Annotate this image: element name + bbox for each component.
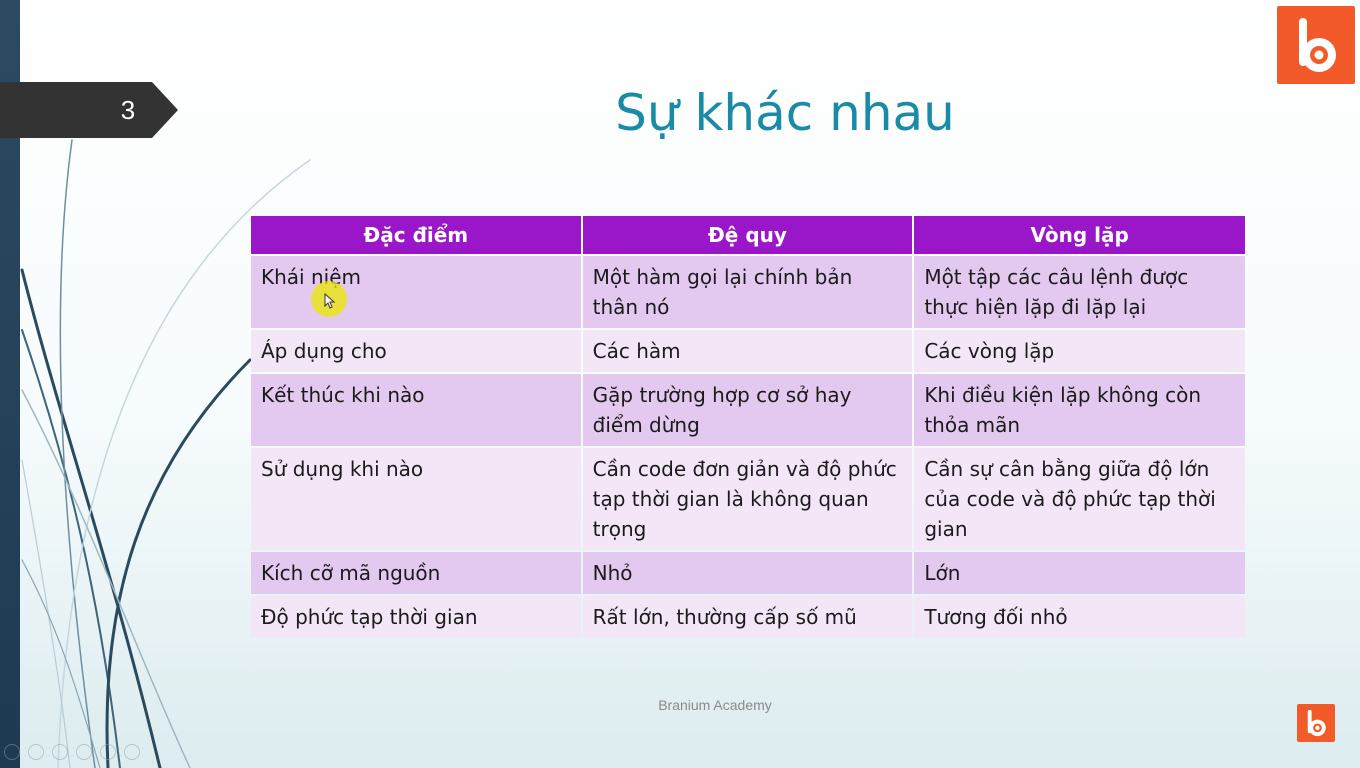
table-cell: Gặp trường hợp cơ sở hay điểm dừng (582, 374, 913, 446)
table-header-row: Đặc điểm Đệ quy Vòng lặp (251, 216, 1245, 254)
table-cell: Nhỏ (582, 552, 913, 594)
table-cell: Một tập các câu lệnh được thực hiện lặp … (914, 256, 1245, 328)
column-header: Đệ quy (582, 216, 913, 254)
slide-title: Sự khác nhau (615, 84, 955, 142)
table-cell: Rất lớn, thường cấp số mũ (582, 596, 913, 638)
table-row: Kết thúc khi nào Gặp trường hợp cơ sở ha… (251, 374, 1245, 446)
comparison-table: Đặc điểm Đệ quy Vòng lặp Khái niệm Một h… (251, 214, 1245, 640)
table-row: Áp dụng cho Các hàm Các vòng lặp (251, 330, 1245, 372)
slide-number: 3 (120, 95, 136, 125)
table-row: Khái niệm Một hàm gọi lại chính bản thân… (251, 256, 1245, 328)
column-header: Vòng lặp (914, 216, 1245, 254)
more-options-icon[interactable] (124, 744, 140, 760)
column-header: Đặc điểm (251, 216, 581, 254)
zoom-icon[interactable] (100, 744, 116, 760)
slide-sorter-icon[interactable] (76, 744, 92, 760)
table-cell: Áp dụng cho (251, 330, 581, 372)
mouse-cursor-icon (324, 293, 336, 309)
table-cell: Các hàm (582, 330, 913, 372)
table-row: Độ phức tạp thời gian Rất lớn, thường cấ… (251, 596, 1245, 638)
table-cell: Các vòng lặp (914, 330, 1245, 372)
slideshow-controls (4, 742, 204, 762)
footer-brand: Branium Academy (658, 697, 772, 713)
table-cell: Độ phức tạp thời gian (251, 596, 581, 638)
table-cell: Khi điều kiện lặp không còn thỏa mãn (914, 374, 1245, 446)
table-cell: Kích cỡ mã nguồn (251, 552, 581, 594)
pen-tool-icon[interactable] (52, 744, 68, 760)
branium-logo-icon (1277, 6, 1355, 84)
table-cell: Khái niệm (251, 256, 581, 328)
table-cell: Lớn (914, 552, 1245, 594)
table-cell: Tương đối nhỏ (914, 596, 1245, 638)
table-cell: Cần code đơn giản và độ phức tạp thời gi… (582, 448, 913, 550)
table-row: Sử dụng khi nào Cần code đơn giản và độ … (251, 448, 1245, 550)
previous-slide-icon[interactable] (4, 744, 20, 760)
table-row: Kích cỡ mã nguồn Nhỏ Lớn (251, 552, 1245, 594)
table-cell: Cần sự cân bằng giữa độ lớn của code và … (914, 448, 1245, 550)
table-cell: Một hàm gọi lại chính bản thân nó (582, 256, 913, 328)
table-cell: Sử dụng khi nào (251, 448, 581, 550)
table-cell: Kết thúc khi nào (251, 374, 581, 446)
next-slide-icon[interactable] (28, 744, 44, 760)
branium-watermark-icon (1297, 704, 1335, 742)
